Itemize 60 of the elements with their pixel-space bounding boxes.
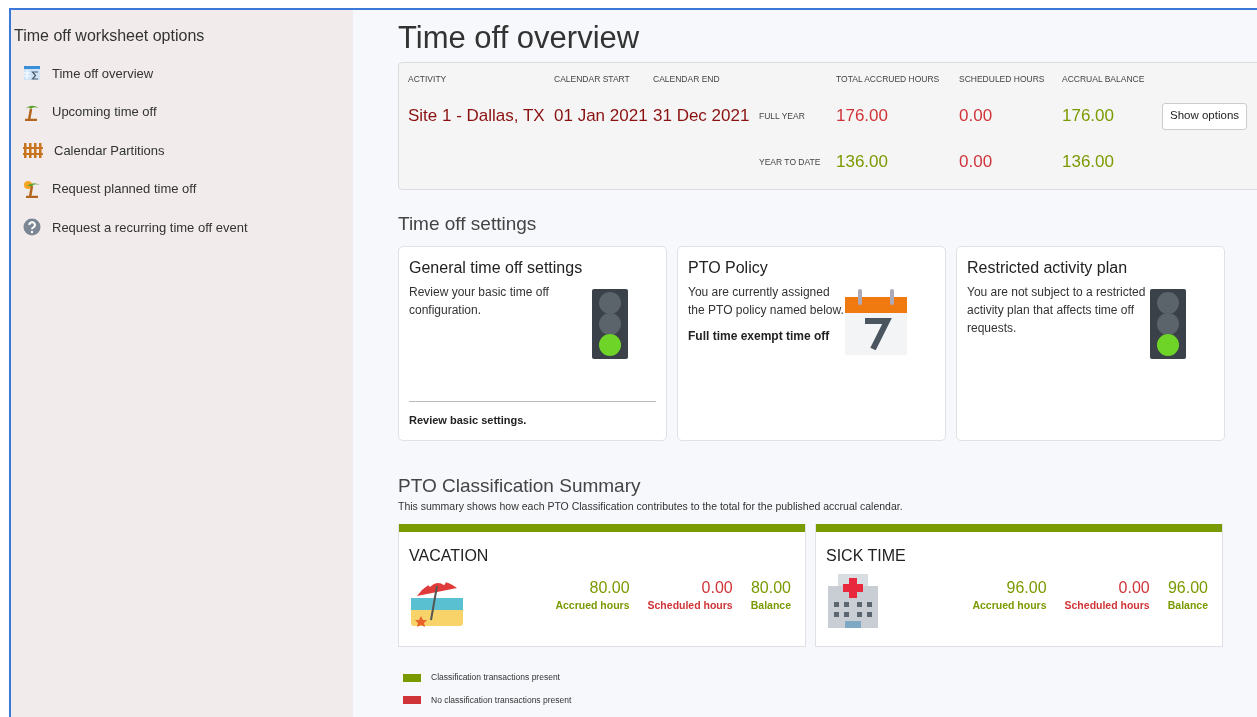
sidebar-title: Time off worksheet options [14,26,205,46]
card-description: You are not subject to a restricted activity plan that affects time off requests. [967,283,1147,337]
column-header: CALENDAR END [653,73,721,86]
table-cell-text: 176.00 [1062,105,1114,128]
calendar-icon [845,288,907,355]
section-title: PTO Classification Summary [398,473,641,498]
table-cell-text: 0.00 [959,151,993,174]
card-description: Review your basic time off configuration. [409,283,550,319]
stat-label: Accrued hours [972,598,1047,614]
legend-label: No classification transactions present [431,694,572,707]
sidebar-item[interactable]: Upcoming time off [14,92,157,131]
card-description: You are currently assigned the PTO policy named below. [688,283,845,319]
sidebar-item[interactable]: Time off overview [14,54,154,93]
palm-tree-sun-icon [23,179,41,198]
traffic-light-icon [1150,288,1186,359]
stat-label: Scheduled hours [647,598,733,614]
stat-value: 96.00 [1167,578,1208,599]
row-label: YEAR TO DATE [759,155,821,169]
column-header: CALENDAR START [554,73,631,86]
help-icon [23,218,41,237]
table-cell-text: Site 1 - Dallas, TX [408,105,545,128]
show-options-button[interactable]: Show options [1162,102,1248,130]
hospital-building-icon [826,572,880,629]
review-settings-link[interactable]: Review basic settings. [409,412,527,429]
stat-value: 0.00 [701,578,733,599]
table-cell-text: 136.00 [1062,151,1114,174]
card-title: Restricted activity plan [967,257,1128,278]
table-cell-text: 136.00 [836,151,888,174]
stat-value: 0.00 [1118,578,1150,599]
stat-value: 96.00 [1006,578,1047,599]
sidebar-item[interactable]: Request a recurring time off event [14,208,248,247]
stat-value: 80.00 [750,578,791,599]
table-cell-text: 0.00 [959,105,993,128]
table-cell-text: 176.00 [836,105,888,128]
stat-value: 80.00 [589,578,630,599]
sidebar-item[interactable]: Calendar Partitions [14,131,165,170]
stat-label: Accrued hours [555,598,630,614]
row-label: FULL YEAR [759,109,805,123]
page-title: Time off overview [398,19,640,57]
stat-label: Balance [1167,598,1208,614]
card-title: SICK TIME [826,546,906,567]
legend-label: Classification transactions present [431,671,560,684]
column-header: ACTIVITY [408,73,448,86]
card-title: PTO Policy [688,257,768,278]
spreadsheet-sum-icon [23,64,41,83]
policy-name: Full time exempt time off [688,327,831,345]
fence-icon [23,141,43,160]
section-description: This summary shows how each PTO Classification contributes to the total for the published accrual calendar. [398,498,903,514]
stat-label: Balance [750,598,791,614]
section-title: Time off settings [398,212,537,236]
column-header: SCHEDULED HOURS [959,73,1046,86]
column-header: ACCRUAL BALANCE [1062,73,1146,86]
table-cell-text: 31 Dec 2021 [653,105,750,128]
column-header: TOTAL ACCRUED HOURS [836,73,941,86]
card-title: VACATION [409,546,489,567]
traffic-light-icon [592,288,628,359]
card-title: General time off settings [409,257,583,278]
sidebar-item[interactable]: Request planned time off [14,169,197,208]
stat-label: Scheduled hours [1064,598,1150,614]
table-cell-text: 01 Jan 2021 [554,105,648,128]
